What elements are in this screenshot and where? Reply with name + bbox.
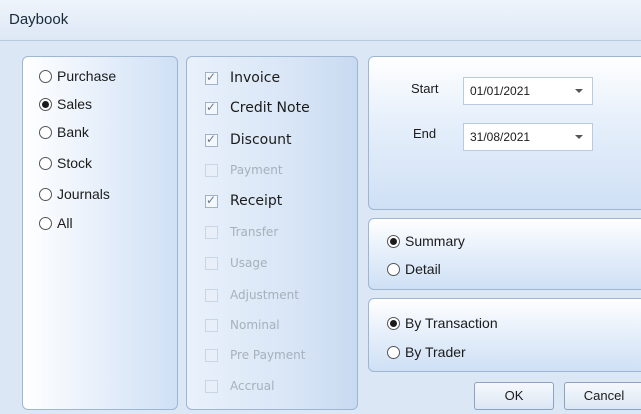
checkbox-accrual[interactable]: Accrual xyxy=(205,376,274,396)
radio-sales[interactable]: Sales xyxy=(39,94,92,114)
radio-detail-circle[interactable] xyxy=(387,262,400,276)
checkbox-nominal[interactable]: Nominal xyxy=(205,315,280,335)
radio-detail[interactable]: Detail xyxy=(387,259,441,279)
checkbox-transfer-box[interactable] xyxy=(205,225,218,239)
start-date-label: Start xyxy=(411,81,439,96)
check-icon: ✓ xyxy=(206,99,217,114)
radio-by-transaction-circle[interactable] xyxy=(387,316,400,330)
end-date-field[interactable]: 31/08/2021 xyxy=(463,123,593,151)
radio-journals-circle[interactable] xyxy=(39,187,52,201)
check-icon: ✓ xyxy=(206,131,217,146)
checkbox-credit-note-label: Credit Note xyxy=(230,100,310,116)
radio-all[interactable]: All xyxy=(39,213,73,233)
detail-level-panel xyxy=(368,218,641,290)
checkbox-payment-box[interactable] xyxy=(205,163,218,177)
chevron-down-icon[interactable] xyxy=(575,89,583,93)
checkbox-accrual-box[interactable] xyxy=(205,379,218,393)
checkbox-adjustment-label: Adjustment xyxy=(230,288,299,302)
checkbox-payment-label: Payment xyxy=(230,163,283,177)
checkbox-invoice[interactable]: ✓ Invoice xyxy=(205,68,280,88)
daybook-dialog: Daybook Purchase Sales Bank Stock Journa… xyxy=(0,0,641,414)
checkbox-receipt[interactable]: ✓ Receipt xyxy=(205,191,282,211)
radio-bank[interactable]: Bank xyxy=(39,122,89,142)
check-icon: ✓ xyxy=(206,69,217,84)
checkbox-discount-label: Discount xyxy=(230,132,292,148)
checkbox-credit-note[interactable]: ✓ Credit Note xyxy=(205,98,310,118)
radio-by-transaction[interactable]: By Transaction xyxy=(387,313,498,333)
checkbox-usage-box[interactable] xyxy=(205,256,218,270)
checkbox-accrual-label: Accrual xyxy=(230,379,275,393)
radio-purchase-circle[interactable] xyxy=(39,69,52,83)
radio-by-trader[interactable]: By Trader xyxy=(387,342,466,362)
title-bar[interactable]: Daybook xyxy=(0,0,641,41)
radio-bank-circle[interactable] xyxy=(39,125,52,139)
radio-sales-circle[interactable] xyxy=(39,97,52,111)
checkbox-adjustment-box[interactable] xyxy=(205,288,218,302)
ok-button[interactable]: OK xyxy=(474,382,554,410)
radio-sales-label: Sales xyxy=(57,96,93,112)
checkbox-adjustment[interactable]: Adjustment xyxy=(205,285,299,305)
radio-summary[interactable]: Summary xyxy=(387,231,465,251)
radio-by-trader-circle[interactable] xyxy=(387,345,400,359)
radio-stock[interactable]: Stock xyxy=(39,153,92,173)
start-date-field[interactable]: 01/01/2021 xyxy=(463,77,593,105)
checkbox-discount-box[interactable]: ✓ xyxy=(205,131,218,147)
radio-by-transaction-label: By Transaction xyxy=(405,315,498,331)
radio-purchase[interactable]: Purchase xyxy=(39,66,116,86)
check-icon: ✓ xyxy=(206,192,217,207)
end-date-label: End xyxy=(413,126,437,141)
checkbox-receipt-label: Receipt xyxy=(230,193,283,209)
checkbox-nominal-label: Nominal xyxy=(230,318,280,332)
checkbox-receipt-box[interactable]: ✓ xyxy=(205,192,218,208)
checkbox-pre-payment[interactable]: Pre Payment xyxy=(205,345,305,365)
checkbox-credit-note-box[interactable]: ✓ xyxy=(205,99,218,115)
radio-bank-label: Bank xyxy=(57,124,89,140)
checkbox-transfer-label: Transfer xyxy=(230,225,279,239)
checkbox-usage-label: Usage xyxy=(230,256,268,270)
checkbox-nominal-box[interactable] xyxy=(205,318,218,332)
radio-detail-label: Detail xyxy=(405,261,441,277)
end-date-value: 31/08/2021 xyxy=(470,130,531,144)
checkbox-invoice-label: Invoice xyxy=(230,70,281,86)
radio-all-circle[interactable] xyxy=(39,216,52,230)
chevron-down-icon[interactable] xyxy=(575,135,583,139)
checkbox-pre-payment-box[interactable] xyxy=(205,348,218,362)
radio-summary-label: Summary xyxy=(405,233,465,249)
radio-all-label: All xyxy=(57,215,73,231)
radio-summary-circle[interactable] xyxy=(387,234,400,248)
start-date-value: 01/01/2021 xyxy=(470,84,531,98)
checkbox-pre-payment-label: Pre Payment xyxy=(230,348,306,362)
window-title: Daybook xyxy=(9,11,69,28)
radio-journals[interactable]: Journals xyxy=(39,184,110,204)
checkbox-discount[interactable]: ✓ Discount xyxy=(205,130,291,150)
cancel-button[interactable]: Cancel xyxy=(564,382,641,410)
radio-journals-label: Journals xyxy=(57,186,110,202)
radio-stock-label: Stock xyxy=(57,155,93,171)
checkbox-usage[interactable]: Usage xyxy=(205,253,267,273)
radio-by-trader-label: By Trader xyxy=(405,344,466,360)
radio-purchase-label: Purchase xyxy=(57,68,117,84)
checkbox-payment[interactable]: Payment xyxy=(205,160,283,180)
radio-stock-circle[interactable] xyxy=(39,156,52,170)
checkbox-transfer[interactable]: Transfer xyxy=(205,222,278,242)
checkbox-invoice-box[interactable]: ✓ xyxy=(205,69,218,85)
